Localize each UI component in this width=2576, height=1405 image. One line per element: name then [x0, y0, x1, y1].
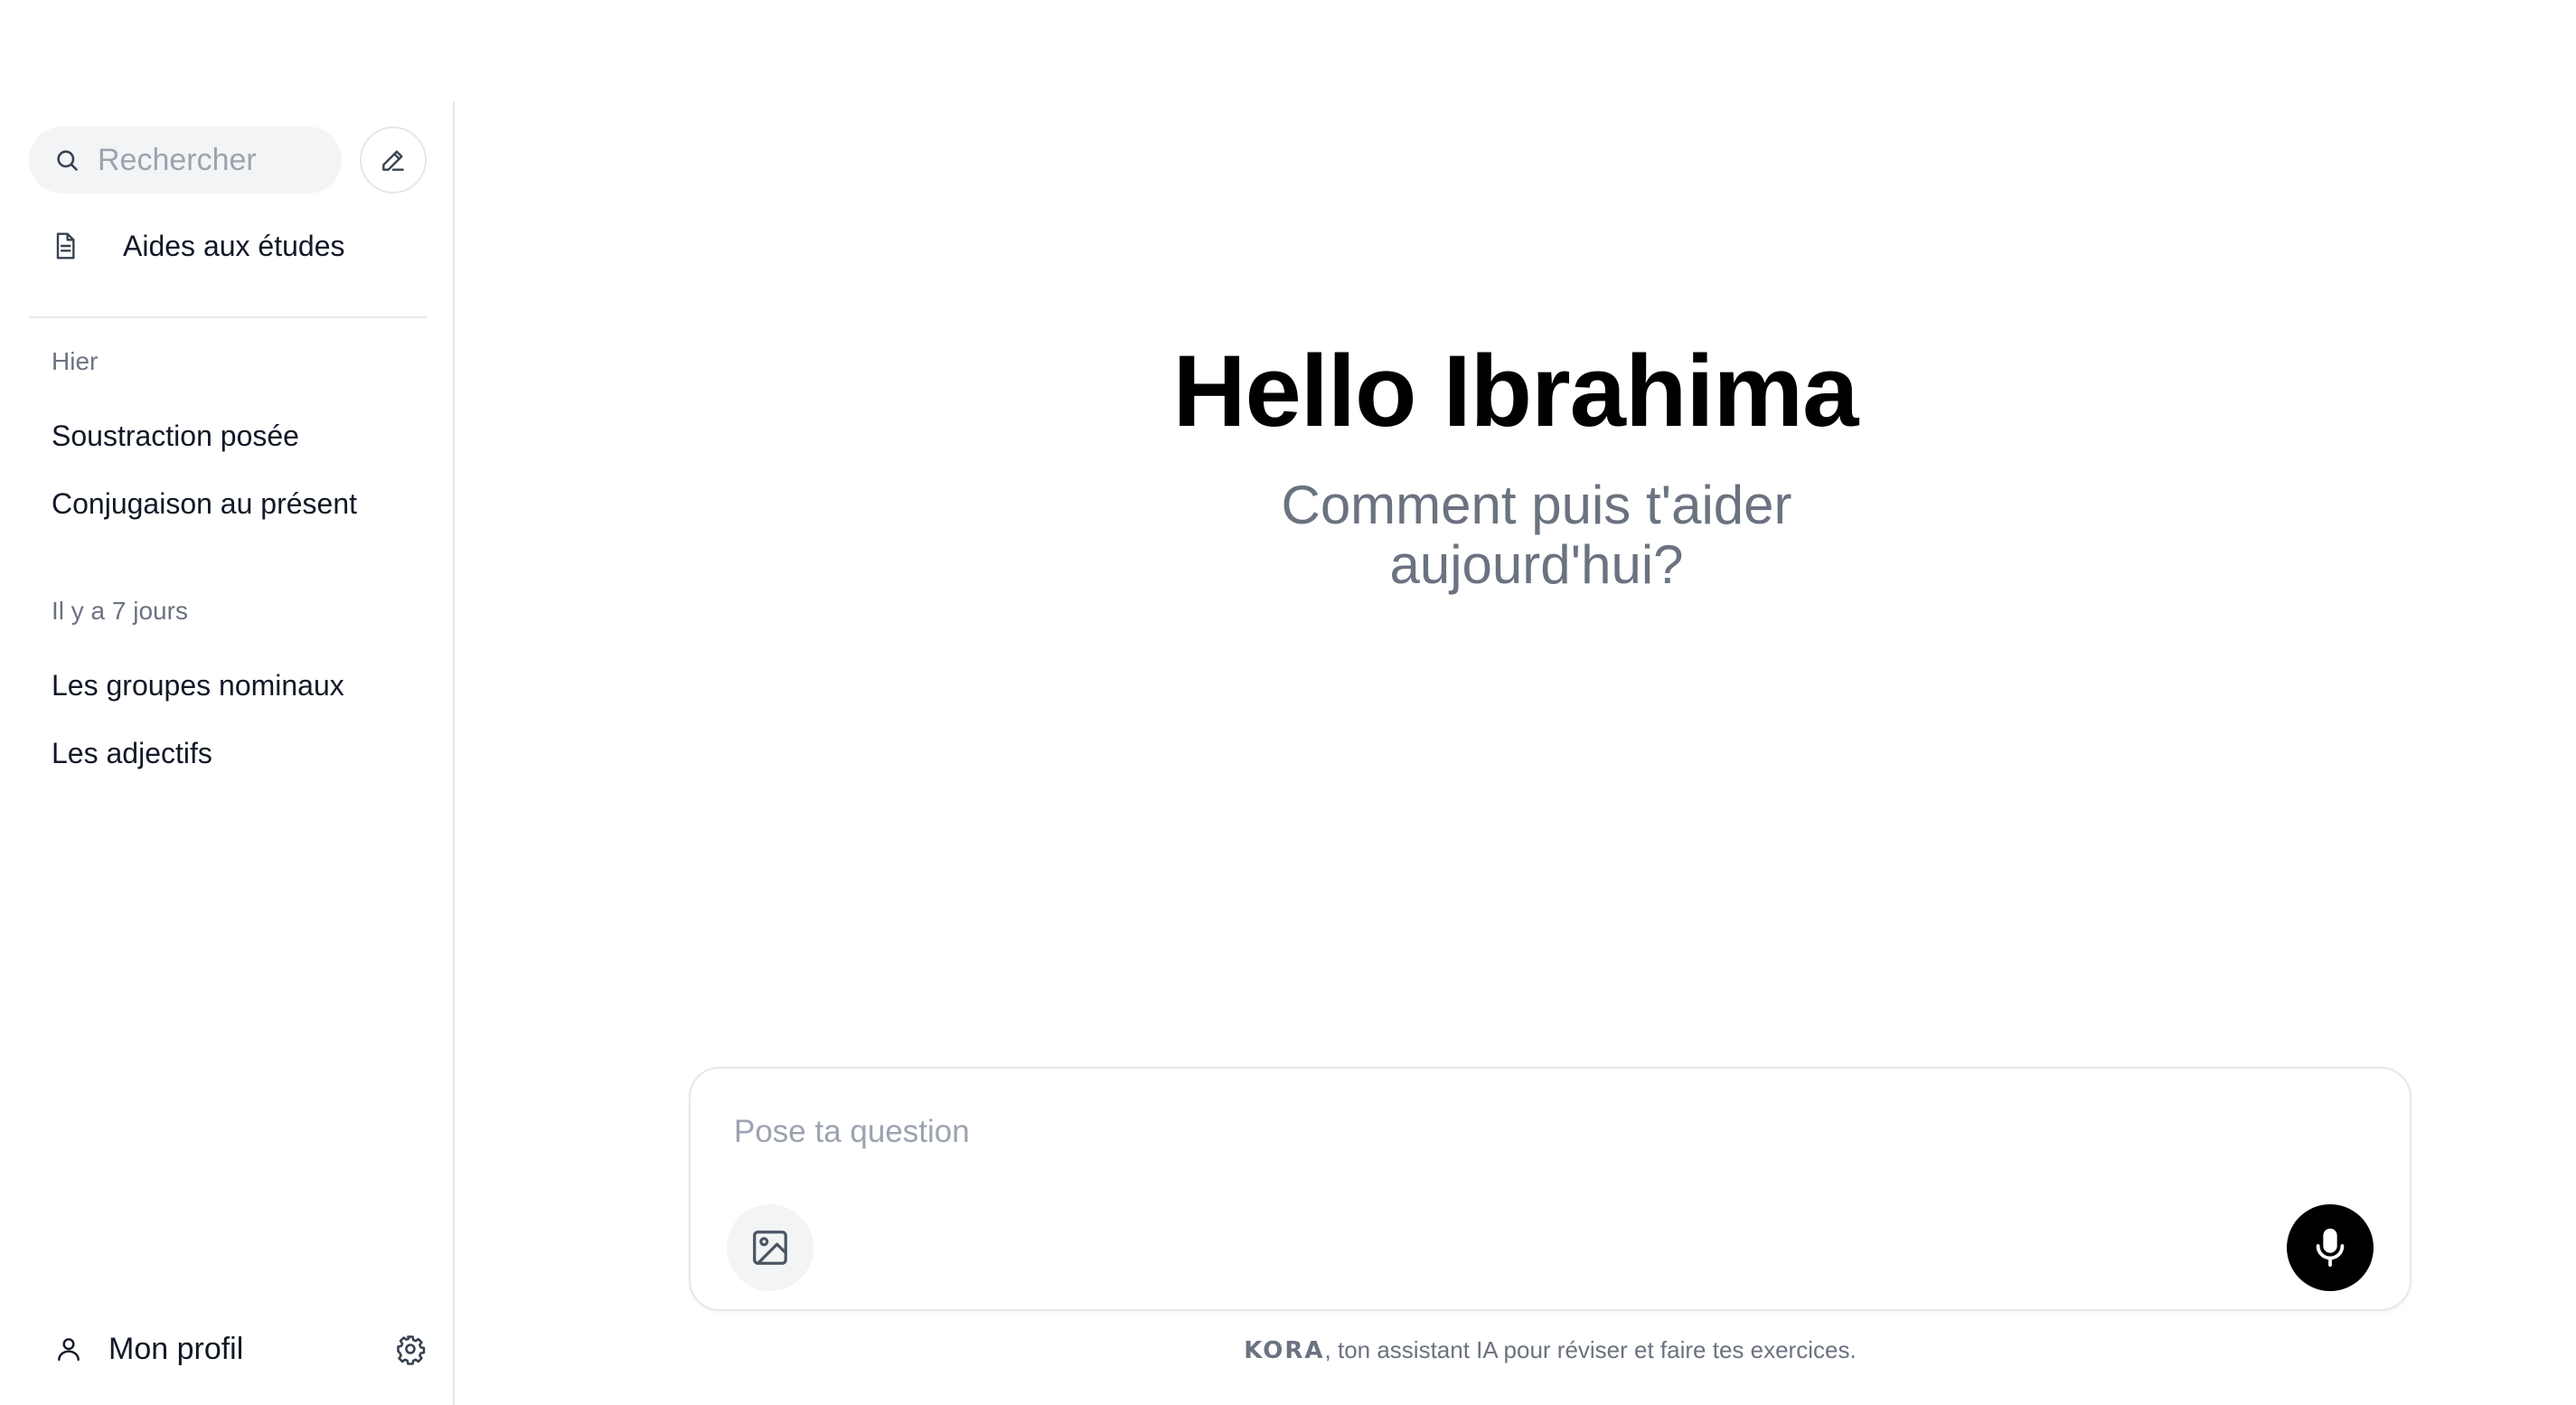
document-icon — [56, 232, 75, 259]
history-item[interactable]: Soustraction posée — [52, 420, 299, 453]
history-item[interactable]: Conjugaison au présent — [52, 487, 357, 521]
gear-icon[interactable] — [394, 1333, 427, 1365]
greeting-title: Hello Ibrahima — [1172, 335, 1859, 448]
question-input[interactable] — [734, 1105, 2270, 1159]
search-row — [29, 127, 427, 193]
search-input[interactable] — [96, 141, 331, 179]
profile-link[interactable]: Mon profil — [108, 1332, 243, 1367]
pencil-icon — [382, 150, 404, 171]
microphone-icon — [2316, 1228, 2345, 1268]
search-icon — [57, 150, 78, 171]
profile-row: Mon profil — [29, 1320, 427, 1378]
microphone-button[interactable] — [2287, 1204, 2374, 1291]
app-window: Aides aux études Hier Soustraction posée… — [0, 0, 2576, 1405]
study-aids-link[interactable]: Aides aux études — [29, 217, 427, 275]
composer — [689, 1067, 2411, 1311]
history-group-label: Hier — [52, 347, 99, 375]
brand-name: KORA — [1244, 1337, 1325, 1364]
history-item[interactable]: Les adjectifs — [52, 737, 212, 770]
sidebar: Aides aux études Hier Soustraction posée… — [0, 101, 455, 1405]
user-icon — [58, 1338, 80, 1362]
study-aids-label: Aides aux études — [123, 229, 345, 262]
history-group-label: Il y a 7 jours — [52, 597, 188, 625]
footer-text: , ton assistant IA pour réviser et faire… — [1324, 1336, 1857, 1363]
history-item[interactable]: Les groupes nominaux — [52, 669, 344, 702]
new-chat-button[interactable] — [360, 127, 427, 193]
attach-image-button[interactable] — [727, 1204, 813, 1291]
footer-note: KORA, ton assistant IA pour réviser et f… — [455, 1336, 2576, 1364]
greeting-subtitle: Comment puis t'aider aujourd'hui? — [1281, 475, 1792, 595]
image-icon — [753, 1231, 787, 1265]
search-box[interactable] — [29, 127, 342, 193]
sidebar-divider — [29, 316, 427, 318]
